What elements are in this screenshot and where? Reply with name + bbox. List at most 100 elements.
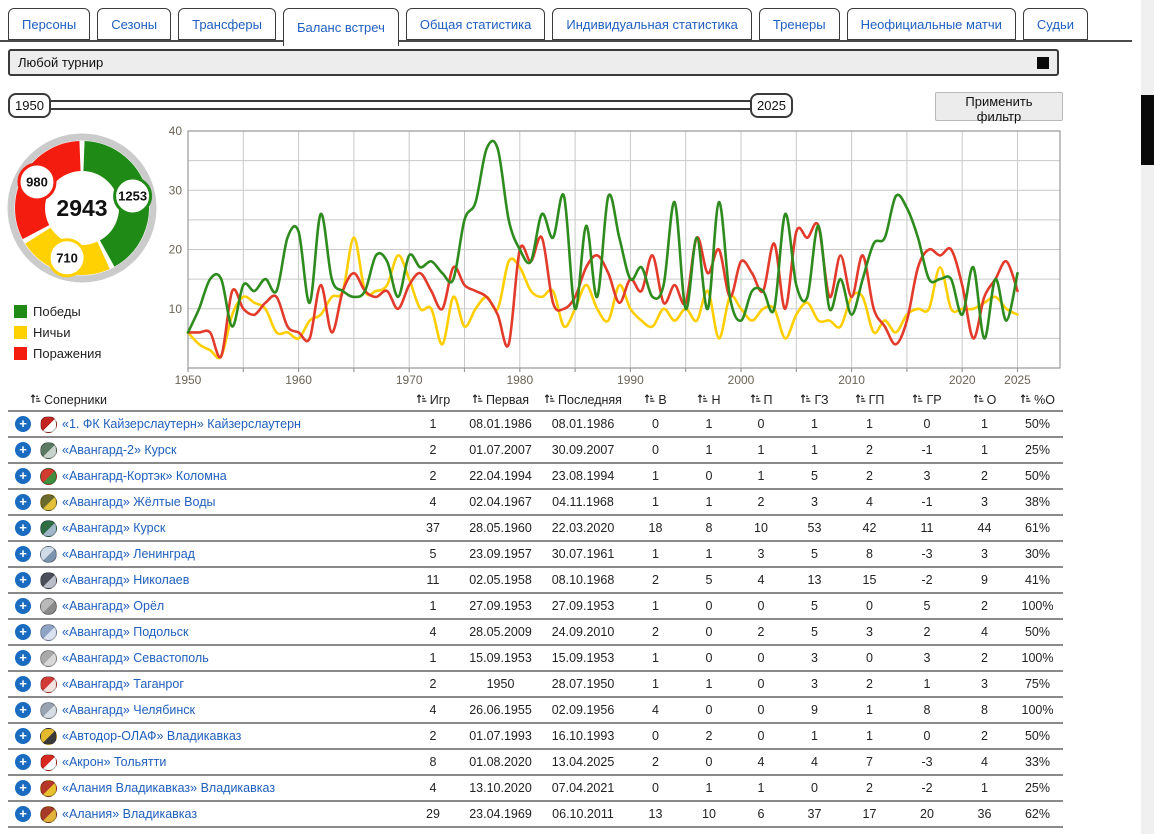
scrollbar-thumb[interactable] (1141, 95, 1154, 165)
team-link[interactable]: «Авангард» Челябинск (60, 703, 403, 717)
expand-row-button[interactable]: + (15, 702, 31, 718)
tab-transfers[interactable]: Трансферы (178, 8, 276, 40)
cell-gf: 3 (787, 677, 842, 691)
cell-o: 2 (957, 599, 1012, 613)
column-header-goals-for[interactable]: ГЗ (787, 393, 842, 407)
column-header-points-pct[interactable]: %О (1012, 393, 1063, 407)
team-link[interactable]: «Алания» Владикавказ (60, 807, 403, 821)
cell-d: 1 (683, 781, 735, 795)
results-by-year-chart: 1020304019501960197019801990200020102020… (152, 126, 1072, 388)
cell-last: 27.09.1953 (538, 599, 628, 613)
svg-text:2010: 2010 (838, 373, 865, 387)
team-link[interactable]: «Авангард» Севастополь (60, 651, 403, 665)
page-scrollbar[interactable] (1141, 0, 1154, 834)
tab-unofficial-matches[interactable]: Неофициальные матчи (847, 8, 1016, 40)
expand-row-button[interactable]: + (15, 572, 31, 588)
column-header-goal-diff[interactable]: ГР (897, 393, 957, 407)
cell-w: 1 (628, 547, 683, 561)
column-header-games[interactable]: Игр (403, 393, 463, 407)
column-header-first[interactable]: Первая (463, 393, 538, 407)
cell-gf: 5 (787, 625, 842, 639)
expand-row-button[interactable]: + (15, 468, 31, 484)
column-header-opponents[interactable]: Соперники (8, 393, 403, 407)
column-header-draws[interactable]: Н (683, 393, 735, 407)
team-link[interactable]: «Авангард» Подольск (60, 625, 403, 639)
cell-l: 6 (735, 807, 787, 821)
team-link[interactable]: «Авангард» Орёл (60, 599, 403, 613)
team-logo (40, 442, 57, 459)
expand-row-button[interactable]: + (15, 442, 31, 458)
tab-coaches[interactable]: Тренеры (759, 8, 840, 40)
team-link[interactable]: «Авангард» Жёлтые Воды (60, 495, 403, 509)
cell-d: 0 (683, 651, 735, 665)
cell-first: 27.09.1953 (463, 599, 538, 613)
tournament-dropdown-value: Любой турнир (18, 55, 103, 70)
slider-handle-min[interactable]: 1950 (8, 93, 51, 118)
cell-games: 5 (403, 547, 463, 561)
team-link[interactable]: «Авангард» Ленинград (60, 547, 403, 561)
team-link[interactable]: «Авангард» Николаев (60, 573, 403, 587)
team-link[interactable]: «Авангард-Кортэк» Коломна (60, 469, 403, 483)
expand-row-button[interactable]: + (15, 650, 31, 666)
expand-row-button[interactable]: + (15, 494, 31, 510)
team-link[interactable]: «Авангард-2» Курск (60, 443, 403, 457)
expand-row-button[interactable]: + (15, 416, 31, 432)
team-link[interactable]: «Акрон» Тольятти (60, 755, 403, 769)
slider-handle-max[interactable]: 2025 (750, 93, 793, 118)
cell-last: 30.07.1961 (538, 547, 628, 561)
table-row: +«Авангард» Курск3728.05.196022.03.20201… (8, 516, 1063, 542)
expand-row-button[interactable]: + (15, 780, 31, 796)
team-link[interactable]: «Авангард» Таганрог (60, 677, 403, 691)
tab-persons[interactable]: Персоны (8, 8, 90, 40)
expand-row-button[interactable]: + (15, 598, 31, 614)
sort-icon (855, 393, 866, 407)
table-row: +«1. ФК Кайзерслаутерн» Кайзерслаутерн10… (8, 412, 1063, 438)
cell-pct: 41% (1012, 573, 1063, 587)
tab-balance[interactable]: Баланс встреч (283, 8, 399, 46)
cell-o: 1 (957, 781, 1012, 795)
cell-w: 1 (628, 677, 683, 691)
column-header-label: ГЗ (814, 393, 828, 407)
cell-d: 0 (683, 469, 735, 483)
tab-overall-stats[interactable]: Общая статистика (406, 8, 546, 40)
column-header-wins[interactable]: В (628, 393, 683, 407)
svg-text:1950: 1950 (175, 373, 202, 387)
cell-first: 28.05.2009 (463, 625, 538, 639)
results-donut-chart: 29431253710980 (4, 130, 160, 286)
cell-ga: 1 (842, 703, 897, 717)
expand-row-button[interactable]: + (15, 520, 31, 536)
sort-icon (800, 393, 811, 407)
legend-swatch-icon (14, 326, 27, 339)
expand-row-button[interactable]: + (15, 546, 31, 562)
expand-row-button[interactable]: + (15, 624, 31, 640)
cell-w: 1 (628, 495, 683, 509)
team-link[interactable]: «Алания Владикавказ» Владикавказ (60, 781, 403, 795)
column-header-last[interactable]: Последняя (538, 393, 628, 407)
column-header-points[interactable]: О (957, 393, 1012, 407)
expand-row-button[interactable]: + (15, 728, 31, 744)
tab-seasons[interactable]: Сезоны (97, 8, 171, 40)
team-link[interactable]: «Автодор-ОЛАФ» Владикавказ (60, 729, 403, 743)
cell-pct: 100% (1012, 651, 1063, 665)
cell-gd: -2 (897, 781, 957, 795)
column-header-losses[interactable]: П (735, 393, 787, 407)
cell-o: 2 (957, 651, 1012, 665)
cell-l: 1 (735, 469, 787, 483)
svg-text:1990: 1990 (617, 373, 644, 387)
expand-row-button[interactable]: + (15, 754, 31, 770)
cell-pct: 100% (1012, 703, 1063, 717)
slider-track[interactable] (30, 100, 760, 110)
column-header-goals-against[interactable]: ГП (842, 393, 897, 407)
expand-row-button[interactable]: + (15, 806, 31, 822)
expand-row-button[interactable]: + (15, 676, 31, 692)
cell-last: 08.10.1968 (538, 573, 628, 587)
tournament-dropdown[interactable]: Любой турнир (8, 49, 1059, 76)
cell-games: 4 (403, 703, 463, 717)
team-link[interactable]: «1. ФК Кайзерслаутерн» Кайзерслаутерн (60, 417, 403, 431)
apply-filter-button[interactable]: Применить фильтр (935, 92, 1063, 121)
tab-individual-stats[interactable]: Индивидуальная статистика (552, 8, 752, 40)
dropdown-indicator-icon[interactable] (1037, 57, 1049, 69)
cell-gf: 1 (787, 417, 842, 431)
tab-referees[interactable]: Судьи (1023, 8, 1088, 40)
team-link[interactable]: «Авангард» Курск (60, 521, 403, 535)
